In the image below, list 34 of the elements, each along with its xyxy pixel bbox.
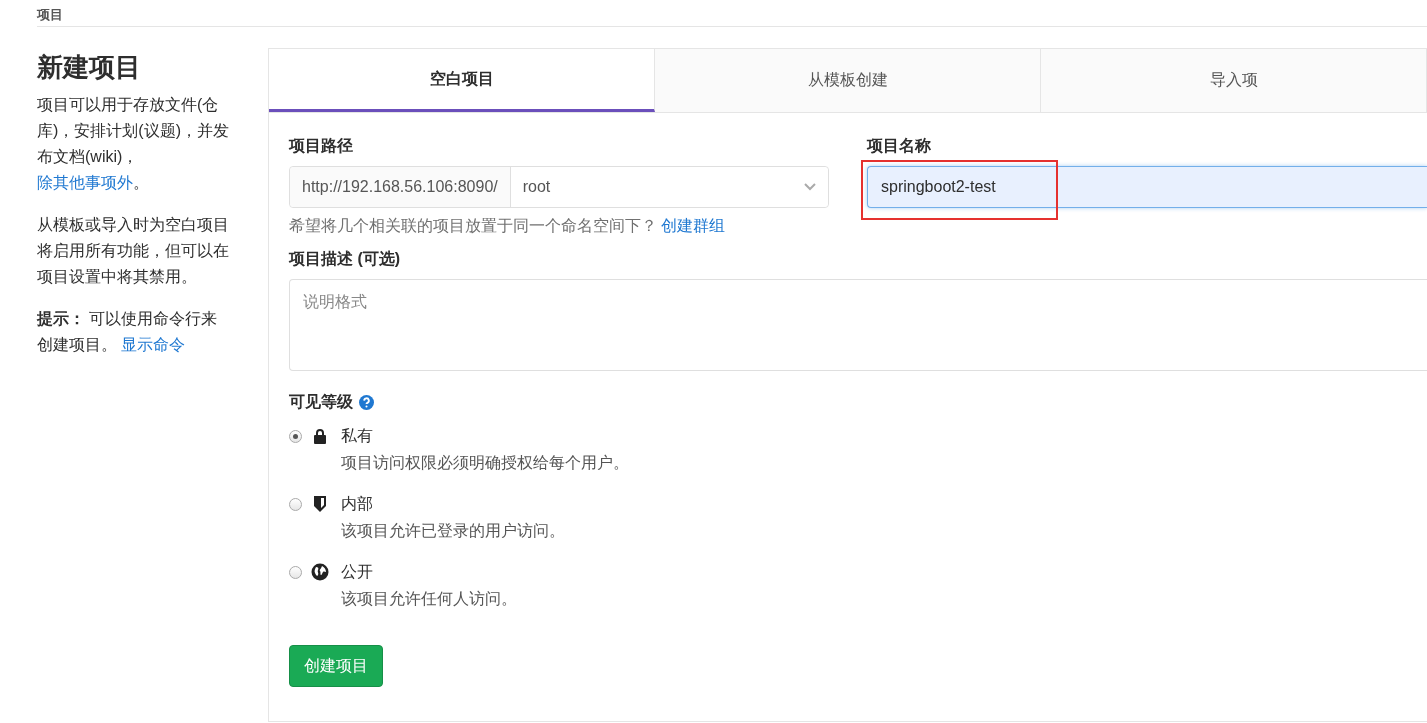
show-command-link[interactable]: 显示命令	[121, 336, 186, 353]
shield-icon	[311, 495, 329, 513]
tab[interactable]: 从模板创建	[655, 49, 1041, 112]
lock-icon	[311, 427, 329, 445]
option-description: 项目访问权限必须明确授权给每个用户。	[341, 452, 630, 473]
help-icon[interactable]	[359, 394, 374, 410]
tab[interactable]: 导入项	[1041, 49, 1427, 112]
breadcrumb[interactable]: 项目	[37, 8, 63, 22]
create-group-link[interactable]: 创建群组	[661, 217, 726, 234]
radio-button[interactable]	[289, 565, 302, 579]
option-description: 该项目允许已登录的用户访问。	[341, 520, 566, 541]
url-prefix: http://192.168.56.106:8090/	[290, 167, 511, 207]
chevron-down-icon	[804, 183, 816, 191]
option-label: 内部	[341, 493, 374, 514]
intro-paragraph: 项目可以用于存放文件(仓库)，安排计划(议题)，并发布文档(wiki)， 除其他事项外。	[37, 95, 230, 193]
field-label: 项目描述 (可选)	[289, 249, 402, 269]
help-text: 希望将几个相关联的项目放置于同一个命名空间下？ 创建群组	[289, 216, 727, 236]
option-label: 私有	[341, 425, 374, 446]
path-field[interactable]: http://192.168.56.106:8090/ root	[289, 166, 829, 208]
description-field[interactable]: 说明格式	[289, 279, 1427, 371]
field-label: 项目名称	[867, 136, 932, 156]
name-field[interactable]: springboot2-test	[867, 166, 1427, 208]
globe-icon	[311, 563, 329, 581]
page-title: 新建项目	[37, 51, 142, 84]
radio-button[interactable]	[289, 497, 302, 511]
radio-button[interactable]	[289, 429, 302, 443]
tip-paragraph: 提示： 可以使用命令行来创建项目。 显示命令	[37, 309, 219, 355]
field-label: 可见等级	[289, 392, 353, 412]
field-label: 项目路径	[289, 136, 354, 156]
features-paragraph: 从模板或导入时为空白项目将启用所有功能，但可以在项目设置中将其禁用。	[37, 215, 230, 287]
tab[interactable]: 空白项目	[269, 49, 655, 112]
option-description: 该项目允许任何人访问。	[341, 588, 518, 609]
option-label: 公开	[341, 561, 374, 582]
other-items-link[interactable]: 除其他事项外	[37, 174, 133, 191]
